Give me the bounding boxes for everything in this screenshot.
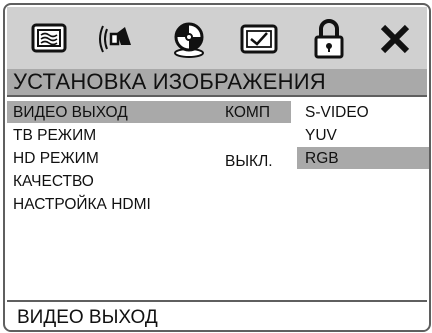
menu-item-label: НАСТРОЙКА HDMI <box>13 196 151 213</box>
section-title: УСТАНОВКА ИЗОБРАЖЕНИЯ <box>13 69 326 94</box>
menu-item-label: ТВ РЕЖИМ <box>13 127 97 144</box>
option-yuv[interactable]: YUV <box>297 124 429 146</box>
menu-item-hdmi-setup[interactable]: НАСТРОЙКА HDMI <box>7 193 291 215</box>
hd-mode-value: ВЫКЛ. <box>225 153 273 170</box>
disc-settings-icon[interactable] <box>165 15 213 63</box>
menu-item-label: ВИДЕО ВЫХОД <box>13 104 128 121</box>
close-icon[interactable] <box>371 15 419 63</box>
menu-item-label: КАЧЕСТВО <box>13 173 94 190</box>
menu-item-tv-mode[interactable]: ТВ РЕЖИМ <box>7 124 291 146</box>
monitor-icon[interactable] <box>25 15 73 63</box>
status-bar: ВИДЕО ВЫХОД <box>7 300 427 330</box>
status-text: ВИДЕО ВЫХОД <box>17 307 158 328</box>
video-output-value: КОМП <box>225 104 270 121</box>
settings-menu: ВИДЕО ВЫХОД КОМП ТВ РЕЖИМ HD РЕЖИМ ВЫКЛ.… <box>7 97 429 298</box>
option-s-video[interactable]: S-VIDEO <box>297 101 429 123</box>
icon-bar <box>7 7 427 71</box>
section-title-bar: УСТАНОВКА ИЗОБРАЖЕНИЯ <box>7 69 427 97</box>
lock-icon[interactable] <box>305 15 353 63</box>
osd-window: УСТАНОВКА ИЗОБРАЖЕНИЯ ВИДЕО ВЫХОД КОМП Т… <box>3 3 431 332</box>
option-rgb[interactable]: RGB <box>297 147 429 169</box>
menu-item-label: HD РЕЖИМ <box>13 150 99 167</box>
video-check-icon[interactable] <box>235 15 283 63</box>
menu-item-quality[interactable]: КАЧЕСТВО <box>7 170 291 192</box>
speaker-icon[interactable] <box>95 15 143 63</box>
